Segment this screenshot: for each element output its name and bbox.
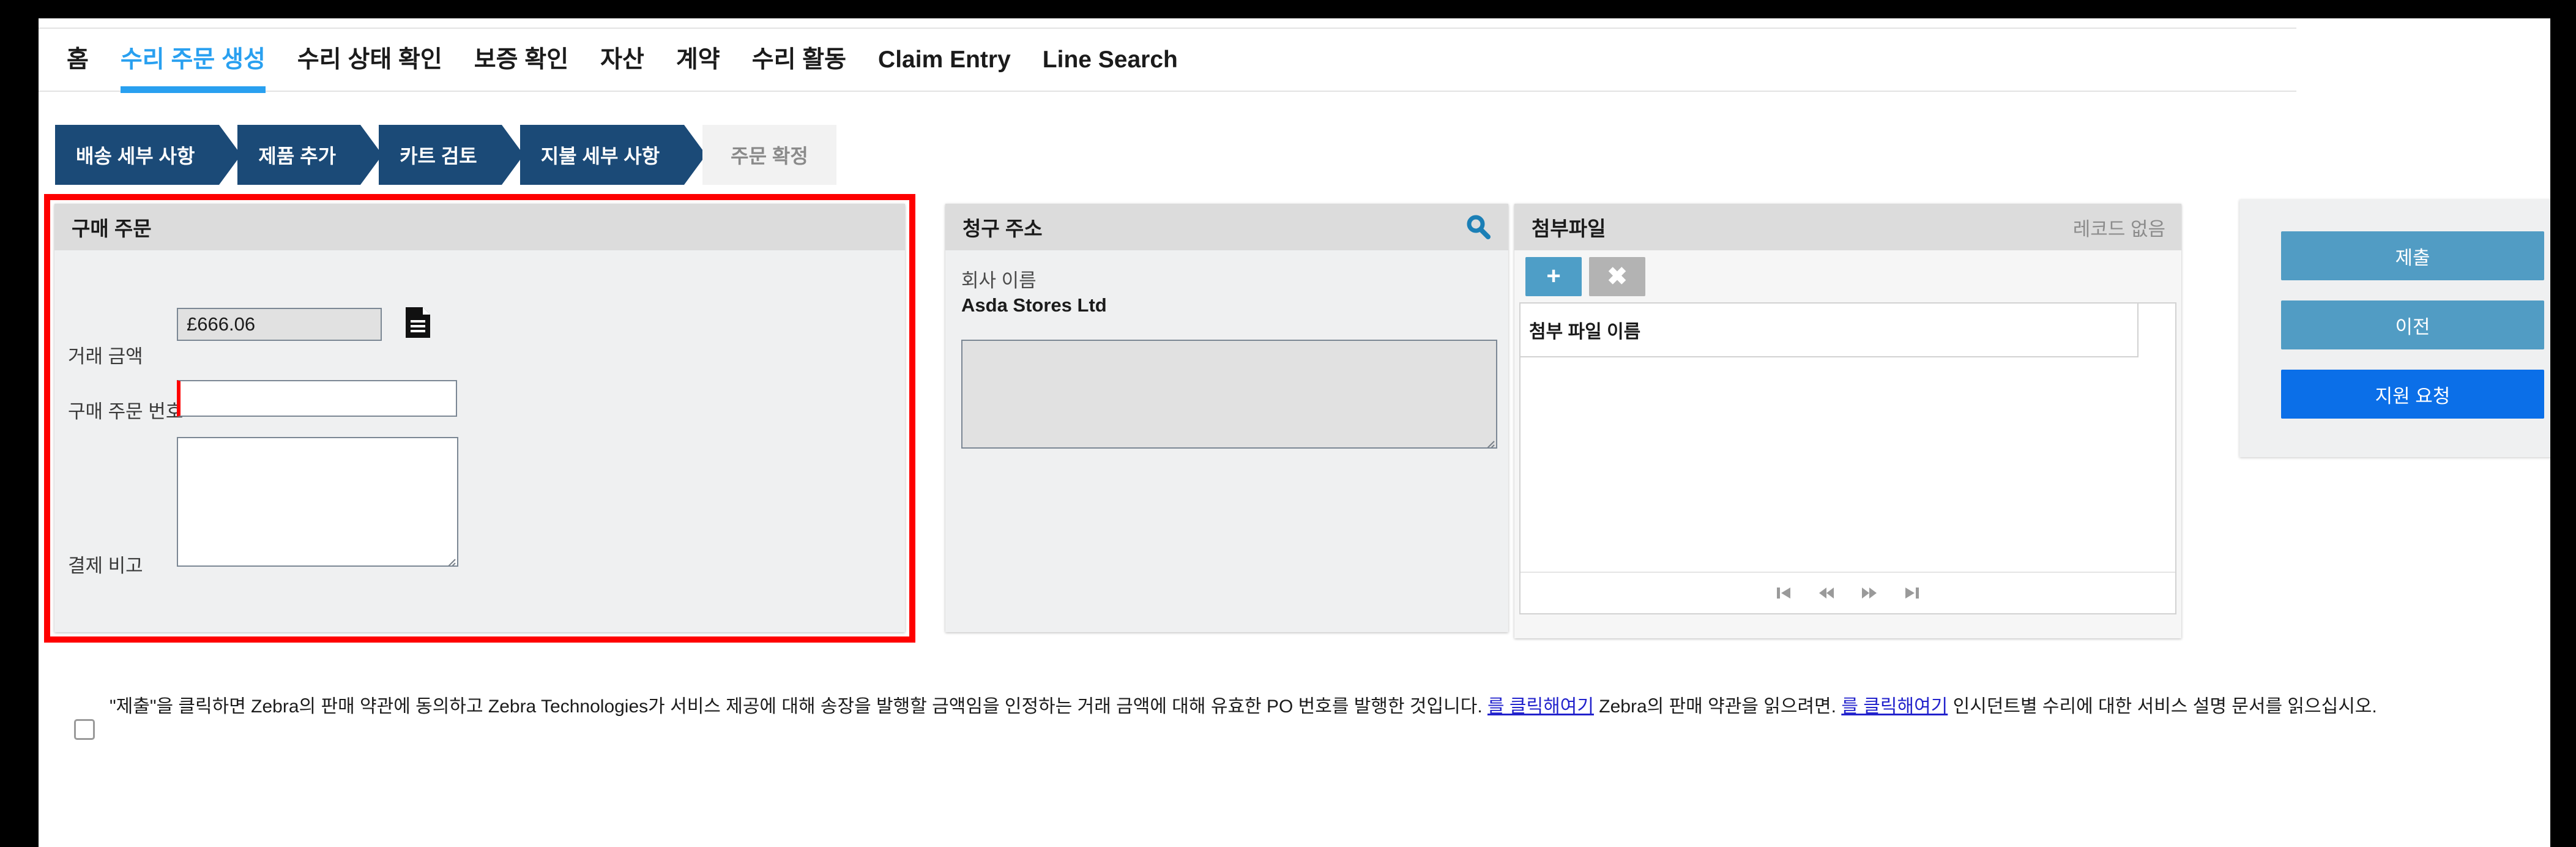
first-page-icon[interactable]	[1776, 586, 1792, 600]
po-number-label: 구매 주문 번호	[68, 401, 184, 422]
billing-address-title: 청구 주소	[962, 217, 1043, 240]
action-buttons-panel: 제출 이전 지원 요청	[2239, 200, 2550, 457]
nav-tab-label: 계약	[676, 46, 720, 73]
terms-agreement-checkbox[interactable]	[74, 719, 95, 740]
attachments-pager	[1521, 572, 2175, 613]
document-icon[interactable]	[404, 307, 431, 338]
po-number-input[interactable]	[177, 380, 457, 417]
wizard-step-label: 제품 추가	[258, 145, 337, 167]
transaction-amount-label: 거래 금액	[68, 346, 143, 367]
main-navigation-tabs: 홈 수리 주문 생성 수리 상태 확인 보증 확인 자산 계약 수리 활동 Cl…	[39, 28, 2296, 93]
nav-tab-line-search[interactable]: Line Search	[1043, 28, 1178, 92]
nav-tab-label: Claim Entry	[878, 46, 1011, 73]
company-name-label: 회사 이름	[961, 270, 1037, 291]
attachments-grid-rows	[1521, 357, 2175, 570]
wizard-step-label: 배송 세부 사항	[76, 145, 195, 167]
nav-tab-contracts[interactable]: 계약	[676, 28, 720, 92]
request-support-button-label: 지원 요청	[2375, 385, 2451, 407]
terms-link-1[interactable]: 를 클릭해여기	[1487, 696, 1594, 717]
nav-tab-label: 홈	[67, 46, 89, 73]
nav-tab-home[interactable]: 홈	[67, 28, 89, 92]
transaction-amount-field: £666.06	[177, 308, 382, 341]
plus-icon: +	[1546, 263, 1561, 289]
previous-button-label: 이전	[2395, 316, 2430, 338]
column-header-attachment-name: 첨부 파일 이름	[1529, 322, 1641, 342]
app-page: 홈 수리 주문 생성 수리 상태 확인 보증 확인 자산 계약 수리 활동 Cl…	[39, 18, 2550, 847]
nav-tab-repair-activity[interactable]: 수리 활동	[752, 28, 846, 92]
billing-address-body: 회사 이름 Asda Stores Ltd	[945, 250, 1508, 632]
wizard-step-breadcrumb: 배송 세부 사항 제품 추가 카트 검토 지불 세부 사항 주문 확정	[55, 125, 836, 185]
submit-button[interactable]: 제출	[2281, 231, 2544, 280]
attachments-title: 첨부파일	[1532, 217, 1606, 240]
request-support-button[interactable]: 지원 요청	[2281, 370, 2544, 419]
resize-grip-icon	[1481, 432, 1495, 447]
wizard-step-label: 주문 확정	[731, 145, 808, 167]
payment-notes-label: 결제 비고	[68, 555, 143, 576]
delete-attachment-button[interactable]: ✖	[1589, 256, 1645, 296]
wizard-step-payment-details[interactable]: 지불 세부 사항	[519, 125, 707, 185]
attachments-record-status: 레코드 없음	[2072, 218, 2165, 240]
attachments-panel-header: 첨부파일 레코드 없음	[1514, 204, 2181, 250]
search-icon[interactable]	[1464, 213, 1492, 241]
billing-address-textarea[interactable]	[961, 340, 1497, 449]
wizard-step-label: 카트 검토	[400, 145, 477, 167]
close-icon: ✖	[1607, 263, 1628, 290]
purchase-order-title: 구매 주문	[72, 217, 152, 240]
nav-tab-label: 수리 주문 생성	[120, 46, 266, 73]
submit-button-label: 제출	[2395, 247, 2430, 269]
resize-grip-icon	[442, 550, 456, 565]
nav-tab-claim-entry[interactable]: Claim Entry	[878, 28, 1011, 92]
wizard-step-confirm-order[interactable]: 주문 확정	[702, 125, 836, 185]
purchase-order-panel: 구매 주문 거래 금액 £666.06 구매 주문 번호 결제 비고	[54, 204, 905, 632]
attachments-grid: 첨부 파일 이름	[1519, 302, 2176, 614]
terms-disclaimer-text: "제출"을 클릭하면 Zebra의 판매 약관에 동의하고 Zebra Tech…	[110, 692, 2377, 722]
nav-tab-label: 수리 활동	[751, 46, 847, 73]
nav-tab-label: 자산	[600, 46, 644, 73]
nav-tab-label: 수리 상태 확인	[297, 46, 442, 73]
wizard-step-review-cart[interactable]: 카트 검토	[379, 125, 524, 185]
nav-tab-warranty-check[interactable]: 보증 확인	[474, 28, 568, 92]
previous-button[interactable]: 이전	[2281, 300, 2544, 349]
wizard-step-add-products[interactable]: 제품 추가	[237, 125, 382, 185]
payment-notes-textarea[interactable]	[177, 437, 458, 567]
next-page-icon[interactable]	[1861, 586, 1877, 600]
nav-tab-label: 보증 확인	[474, 46, 569, 73]
disclaimer-part-2: Zebra의 판매 약관을 읽으려면.	[1593, 696, 1842, 717]
billing-address-panel: 청구 주소 회사 이름 Asda Stores Ltd	[945, 204, 1508, 632]
purchase-order-body: 거래 금액 £666.06 구매 주문 번호 결제 비고	[54, 250, 905, 632]
attachments-toolbar: + ✖	[1514, 250, 2181, 302]
previous-page-icon[interactable]	[1818, 586, 1834, 600]
terms-disclaimer: "제출"을 클릭하면 Zebra의 판매 약관에 동의하고 Zebra Tech…	[39, 692, 2550, 740]
purchase-order-panel-header: 구매 주문	[54, 204, 905, 250]
transaction-amount-value: £666.06	[187, 313, 256, 335]
disclaimer-part-3: 인시던트별 수리에 대한 서비스 설명 문서를 읽으십시오.	[1948, 696, 2377, 717]
terms-link-2[interactable]: 를 클릭해여기	[1841, 696, 1948, 717]
nav-tab-label: Line Search	[1042, 46, 1178, 73]
disclaimer-part-1: "제출"을 클릭하면 Zebra의 판매 약관에 동의하고 Zebra Tech…	[110, 696, 1487, 717]
wizard-step-label: 지불 세부 사항	[540, 145, 660, 167]
nav-tab-create-repair-order[interactable]: 수리 주문 생성	[120, 28, 266, 93]
attachments-panel: 첨부파일 레코드 없음 + ✖ 첨부 파일 이름	[1514, 204, 2181, 638]
nav-tab-assets[interactable]: 자산	[600, 28, 644, 92]
company-name-value: Asda Stores Ltd	[961, 294, 1107, 316]
add-attachment-button[interactable]: +	[1525, 256, 1582, 296]
nav-tab-check-repair-status[interactable]: 수리 상태 확인	[297, 28, 442, 92]
billing-address-panel-header: 청구 주소	[945, 204, 1508, 250]
wizard-step-shipping-details[interactable]: 배송 세부 사항	[55, 125, 242, 185]
last-page-icon[interactable]	[1904, 586, 1920, 600]
attachments-grid-header: 첨부 파일 이름	[1521, 304, 2139, 357]
